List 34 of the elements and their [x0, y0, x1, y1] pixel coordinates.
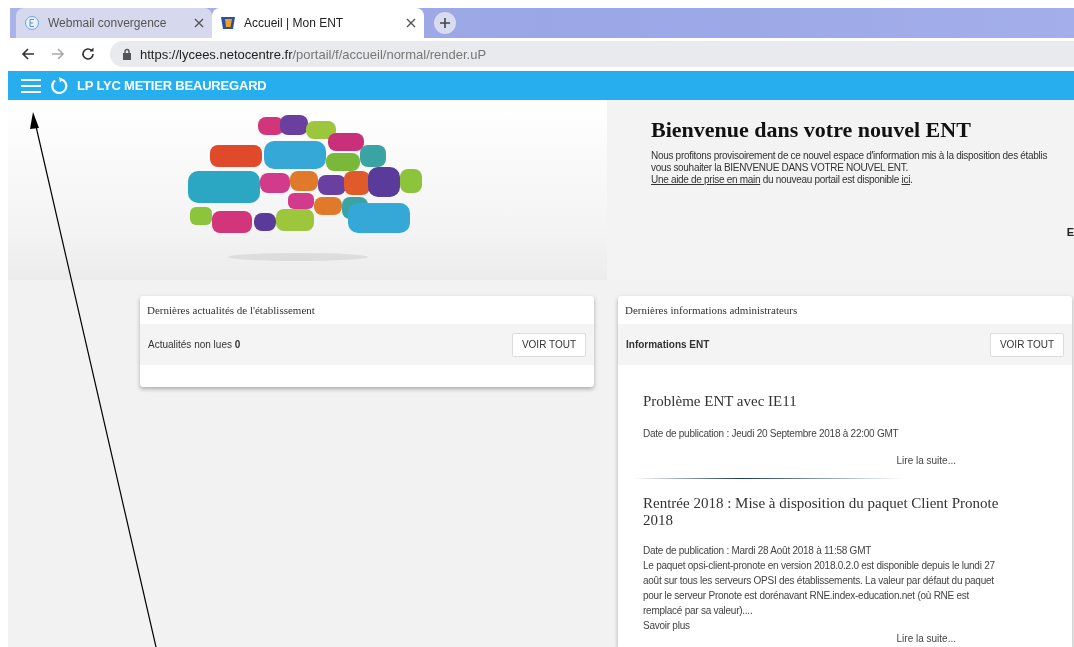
article-title[interactable]: Problème ENT avec IE11 [643, 393, 1010, 410]
back-icon[interactable] [20, 46, 36, 62]
plus-icon[interactable] [439, 17, 451, 29]
read-more-link[interactable]: Lire la suite... [643, 455, 956, 466]
welcome-heading: Bienvenue dans votre nouvel ENT [651, 117, 972, 143]
learn-more-link[interactable]: Savoir plus [643, 618, 1010, 633]
see-all-button[interactable]: VOIR TOUT [989, 332, 1064, 357]
cut-label: E [1066, 226, 1074, 238]
reload-icon[interactable] [80, 46, 96, 62]
unread-count: Actualités non lues 0 [148, 339, 241, 350]
help-link[interactable]: Une aide de prise en main [651, 174, 761, 185]
welcome-text: vous souhaiter la BIENVENUE DANS VOTRE NOUVEL ENT. [651, 162, 909, 174]
article-excerpt: Le paquet opsi-client-pronote en version 2018.0.2.0 est disponible depuis le lundi 27 août sur tous les serveurs OPSI des établissements. La valeur par défaut du paquet pour le serveur Pronote est dorénavant RNE.index-education.net (où RNE est remplacé par sa valeur).... [643, 559, 996, 618]
welcome-text: Nous profitons provisoirement de ce nouvel espace d'information mis à la disposition des établis [651, 150, 1049, 162]
card-title: Dernières actualités de l'établissement [147, 304, 315, 316]
site-favicon-icon [220, 15, 236, 31]
school-name: LP LYC METIER BEAUREGARD [77, 78, 267, 93]
browser-tab[interactable]: Accueil | Mon ENT [212, 8, 424, 38]
see-all-button[interactable]: VOIR TOUT [511, 332, 586, 357]
close-icon[interactable] [194, 18, 204, 28]
logo-icon [50, 76, 69, 95]
article-title[interactable]: Rentrée 2018 : Mise à disposition du paquet Client Pronote 2018 [643, 495, 1010, 529]
browser-tab[interactable]: Webmail convergence [16, 8, 212, 38]
close-icon[interactable] [406, 18, 416, 28]
new-tab-button[interactable] [434, 12, 456, 34]
address-field[interactable]: https://lycees.netocentre.fr/portail/f/accueil/normal/render.uP [110, 41, 1074, 67]
read-more-link[interactable]: Lire la suite... [643, 633, 956, 644]
globe-favicon-icon [24, 15, 40, 31]
card-title: Dernières informations administrateurs [625, 304, 798, 316]
publication-date: Date de publication : Mardi 28 Août 2018 à 11:58 GMT [643, 544, 873, 558]
card-subtitle: Informations ENT [626, 339, 710, 350]
help-text: Une aide de prise en main du nouveau portail est disponible ici. [651, 174, 914, 186]
publication-date: Date de publication : Jeudi 20 Septembre 2018 à 22:00 GMT [643, 427, 900, 441]
lock-icon [122, 48, 132, 60]
